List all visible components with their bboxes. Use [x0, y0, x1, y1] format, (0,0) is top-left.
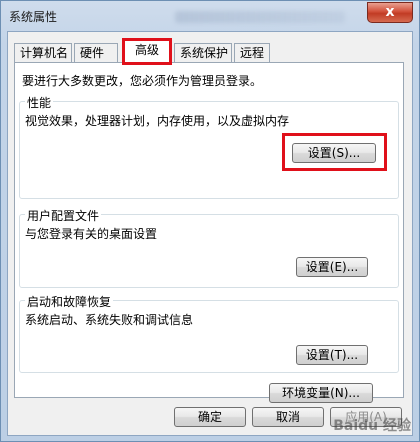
startup-recovery-group: 启动和故障恢复 系统启动、系统失败和调试信息 设置(T)...: [19, 293, 399, 373]
admin-note: 要进行大多数更改，您必须作为管理员登录。: [22, 74, 263, 88]
title-bar[interactable]: 系统属性 x: [1, 1, 419, 31]
ok-button[interactable]: 确定: [174, 407, 246, 427]
tab-computer-name[interactable]: 计算机名: [14, 43, 72, 62]
environment-variables-button[interactable]: 环境变量(N)...: [269, 383, 373, 403]
tab-remote[interactable]: 远程: [234, 43, 270, 62]
cancel-button[interactable]: 取消: [252, 407, 324, 427]
highlight-box: [282, 133, 387, 171]
performance-group-title: 性能: [25, 94, 54, 111]
advanced-tab-panel: 要进行大多数更改，您必须作为管理员登录。 性能 视觉效果，处理器计划，内存使用，…: [14, 62, 404, 403]
watermark: Baidu 经验: [333, 418, 411, 434]
user-profiles-description: 与您登录有关的桌面设置: [25, 227, 158, 241]
startup-recovery-group-title: 启动和故障恢复: [25, 293, 114, 310]
blurred-background-text: [175, 11, 345, 23]
tab-advanced[interactable]: 高级: [122, 38, 172, 65]
user-profiles-group-title: 用户配置文件: [25, 207, 102, 224]
tab-system-protection[interactable]: 系统保护: [174, 43, 232, 62]
performance-group: 性能 视觉效果，处理器计划，内存使用，以及虚拟内存 设置(S)...: [19, 94, 399, 199]
tab-hardware[interactable]: 硬件: [74, 43, 118, 62]
close-button[interactable]: x: [367, 2, 413, 23]
window-title: 系统属性: [9, 10, 58, 24]
startup-recovery-settings-button[interactable]: 设置(T)...: [296, 345, 368, 365]
performance-description: 视觉效果，处理器计划，内存使用，以及虚拟内存: [25, 114, 290, 128]
user-profiles-settings-button[interactable]: 设置(E)...: [296, 257, 368, 277]
user-profiles-group: 用户配置文件 与您登录有关的桌面设置 设置(E)...: [19, 207, 399, 288]
dialog-client: 计算机名 硬件 高级 系统保护 远程 要进行大多数更改，您必须作为管理员登录。 …: [7, 31, 413, 436]
startup-recovery-description: 系统启动、系统失败和调试信息: [25, 313, 194, 327]
system-properties-window: 系统属性 x 计算机名 硬件 高级 系统保护 远程 要进行大多数更改，您必须作为…: [0, 0, 420, 442]
